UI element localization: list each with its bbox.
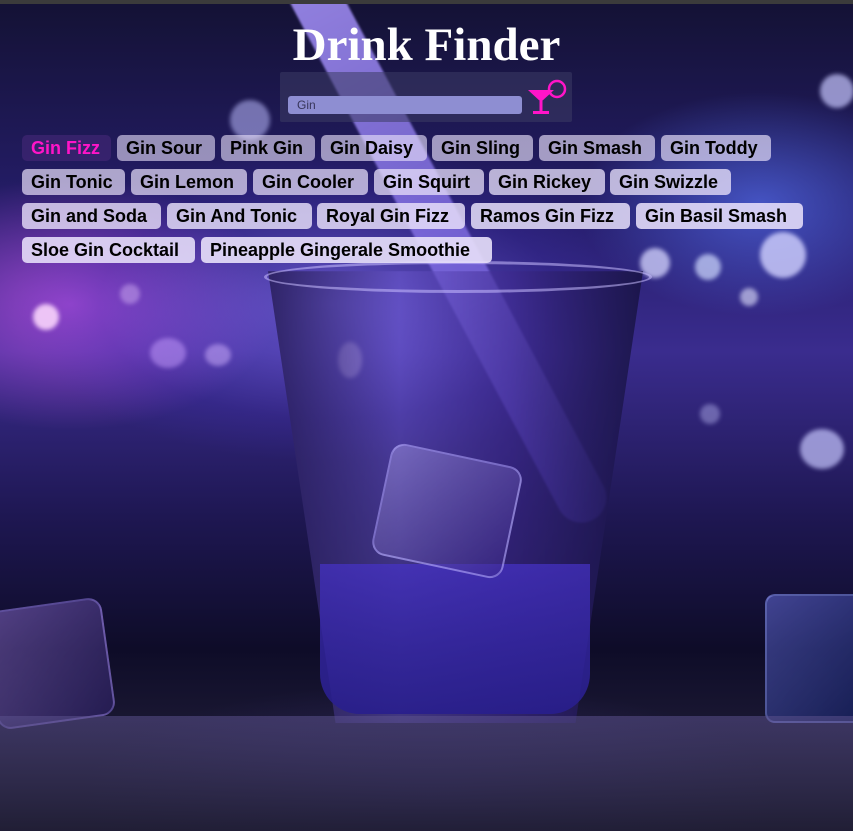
drink-result-chip[interactable]: Gin And Tonic bbox=[167, 203, 312, 229]
drink-result-chip[interactable]: Gin Basil Smash bbox=[636, 203, 803, 229]
drink-result-chip[interactable]: Gin Squirt bbox=[374, 169, 484, 195]
drink-result-chip[interactable]: Gin Lemon bbox=[131, 169, 247, 195]
drink-result-chip[interactable]: Royal Gin Fizz bbox=[317, 203, 465, 229]
drink-result-chip[interactable]: Pineapple Gingerale Smoothie bbox=[201, 237, 492, 263]
drink-result-chip[interactable]: Gin Smash bbox=[539, 135, 655, 161]
drink-result-chip[interactable]: Ramos Gin Fizz bbox=[471, 203, 630, 229]
drink-result-chip[interactable]: Gin Sour bbox=[117, 135, 215, 161]
drink-result-chip[interactable]: Gin Swizzle bbox=[610, 169, 731, 195]
drink-result-chip[interactable]: Sloe Gin Cocktail bbox=[22, 237, 195, 263]
drink-result-chip[interactable]: Gin Sling bbox=[432, 135, 533, 161]
drink-result-chip[interactable]: Gin Toddy bbox=[661, 135, 771, 161]
drink-result-chip[interactable]: Pink Gin bbox=[221, 135, 315, 161]
drink-result-chip[interactable]: Gin Fizz bbox=[22, 135, 111, 161]
drink-result-chip[interactable]: Gin Rickey bbox=[489, 169, 605, 195]
drink-result-chip[interactable]: Gin Cooler bbox=[253, 169, 368, 195]
drink-result-chip[interactable]: Gin and Soda bbox=[22, 203, 161, 229]
drink-result-chip[interactable]: Gin Tonic bbox=[22, 169, 125, 195]
drink-result-chip[interactable]: Gin Daisy bbox=[321, 135, 427, 161]
drink-results-list: Gin Fizz Gin Sour Pink Gin Gin Daisy Gin Sli… bbox=[0, 0, 853, 831]
